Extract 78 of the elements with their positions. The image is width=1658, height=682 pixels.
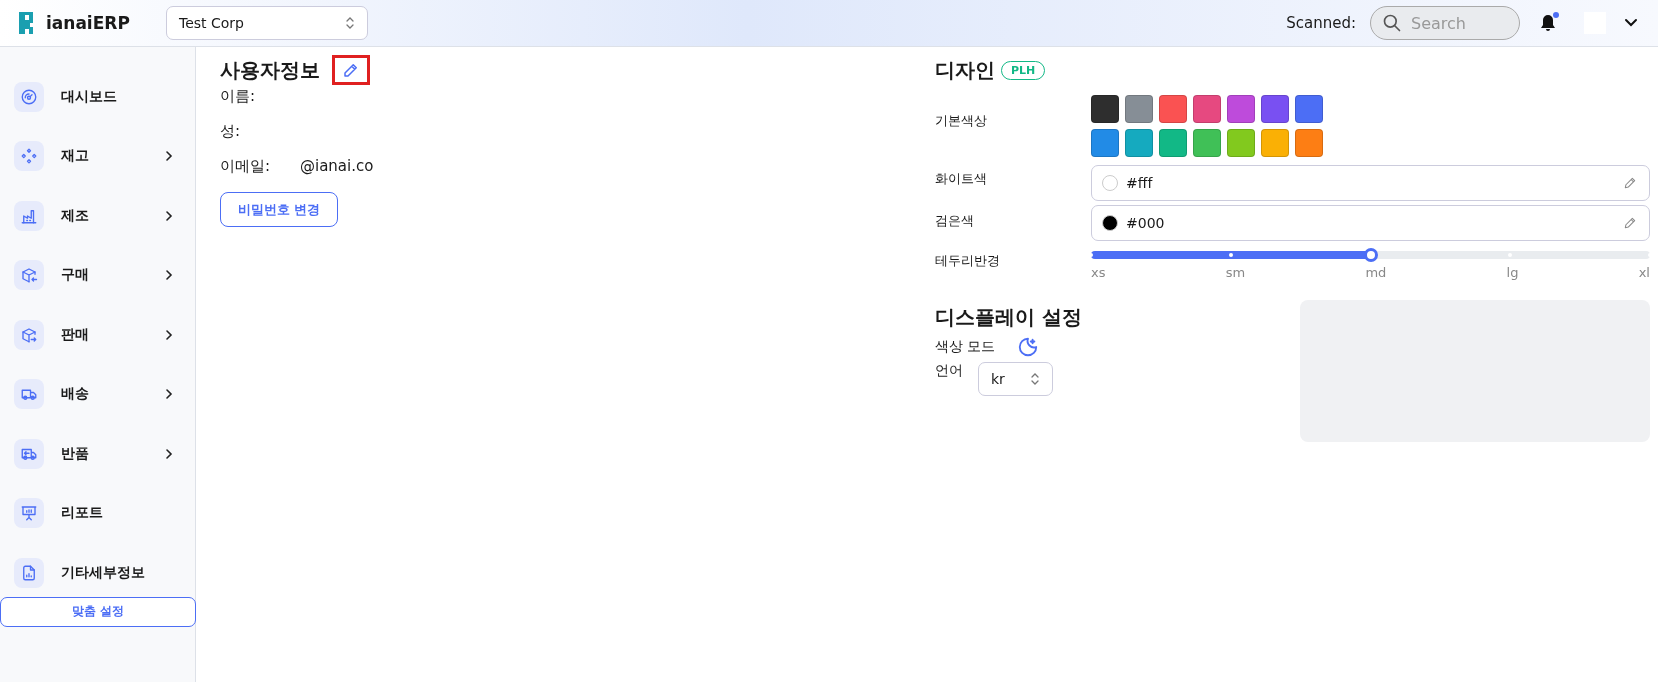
slider-track[interactable] (1091, 251, 1650, 259)
sidebar-item[interactable]: 구매 (61, 266, 165, 285)
slider-mark-label: xl (1638, 265, 1650, 280)
field-label: 색상 모드 (935, 338, 996, 356)
color-swatch[interactable] (1091, 129, 1119, 157)
color-swatch[interactable] (1261, 129, 1289, 157)
chevron-right-icon[interactable] (165, 447, 173, 460)
edit-button[interactable] (332, 55, 370, 85)
custom-settings-button[interactable]: 맞춤 설정 (0, 596, 196, 627)
field-label: 언어 (935, 362, 963, 380)
chevron-right-icon[interactable] (165, 328, 173, 341)
box-out-icon (14, 319, 44, 350)
factory-icon (14, 200, 44, 231)
color-input[interactable]: #fff (1091, 165, 1650, 201)
color-swatch[interactable] (1193, 129, 1221, 157)
company-select[interactable]: Test Corp (166, 6, 368, 40)
color-swatch[interactable] (1295, 129, 1323, 157)
slider-mark-label: md (1365, 265, 1387, 280)
field-label: 검은색 (935, 212, 975, 230)
logo-icon (18, 11, 36, 35)
color-swatch[interactable] (1261, 95, 1289, 123)
field-label: 성: (220, 122, 242, 141)
sidebar-item[interactable]: 판매 (61, 325, 165, 344)
field-value: @ianai.co (300, 157, 374, 175)
color-swatch[interactable] (1159, 95, 1187, 123)
field-label: 기본색상 (935, 112, 988, 130)
section-title: 디스플레이 설정 (935, 303, 1082, 331)
color-swatch[interactable] (1227, 129, 1255, 157)
color-swatch[interactable] (1125, 129, 1153, 157)
brand-name: ianaiERP (46, 13, 130, 33)
chevron-right-icon[interactable] (165, 150, 173, 163)
diamonds-icon (14, 141, 44, 172)
sidebar-item[interactable]: 재고 (61, 147, 165, 166)
search-field[interactable]: Search (1370, 6, 1520, 40)
color-input[interactable]: #000 (1091, 205, 1650, 241)
slider-thumb[interactable] (1363, 248, 1378, 262)
field-label: 이름: (220, 87, 257, 106)
sidebar-item[interactable]: 배송 (61, 385, 165, 404)
box-in-icon (14, 260, 44, 291)
updown-icon (345, 16, 355, 30)
slider-mark-label: sm (1225, 265, 1246, 280)
color-swatch[interactable] (1125, 95, 1153, 123)
field-label: 테두리반경 (935, 251, 1001, 270)
chevron-right-icon[interactable] (165, 388, 173, 401)
updown-icon (1030, 372, 1040, 386)
slider-mark-label: xs (1091, 265, 1106, 280)
chevron-down-icon[interactable] (1624, 18, 1638, 28)
section-title: 디자인 (935, 56, 995, 84)
color-swatch[interactable] (1159, 129, 1187, 157)
pencil-icon[interactable] (1623, 176, 1637, 190)
presentation-icon (14, 498, 44, 529)
chevron-right-icon[interactable] (165, 269, 173, 282)
field-label: 이메일: (220, 157, 272, 176)
sidebar-item[interactable]: 리포트 (61, 504, 173, 523)
edit-icon (342, 61, 360, 79)
truck-return-icon (14, 438, 44, 469)
bell-icon[interactable] (1540, 14, 1556, 32)
sidebar-item[interactable]: 반품 (61, 444, 165, 463)
color-swatch[interactable] (1227, 95, 1255, 123)
slider-mark-label: lg (1506, 265, 1519, 280)
scanned-label: Scanned: (1286, 14, 1356, 32)
gauge-icon (14, 81, 44, 112)
change-password-button[interactable]: 비밀번호 변경 (220, 192, 338, 227)
color-swatch[interactable] (1091, 95, 1119, 123)
moon-icon[interactable] (1017, 336, 1040, 358)
truck-icon (14, 379, 44, 410)
chevron-right-icon[interactable] (165, 209, 173, 222)
field-label: 화이트색 (935, 170, 988, 188)
search-icon (1382, 13, 1402, 33)
color-swatch[interactable] (1295, 95, 1323, 123)
pencil-icon[interactable] (1623, 216, 1637, 230)
sidebar-item[interactable]: 제조 (61, 206, 165, 225)
language-select[interactable]: kr (978, 362, 1053, 396)
section-title: 사용자정보 (220, 56, 320, 84)
file-chart-icon (14, 557, 44, 588)
color-swatch[interactable] (1193, 95, 1221, 123)
sidebar-item[interactable]: 기타세부정보 (61, 563, 173, 582)
sidebar-item[interactable]: 대시보드 (61, 87, 173, 106)
